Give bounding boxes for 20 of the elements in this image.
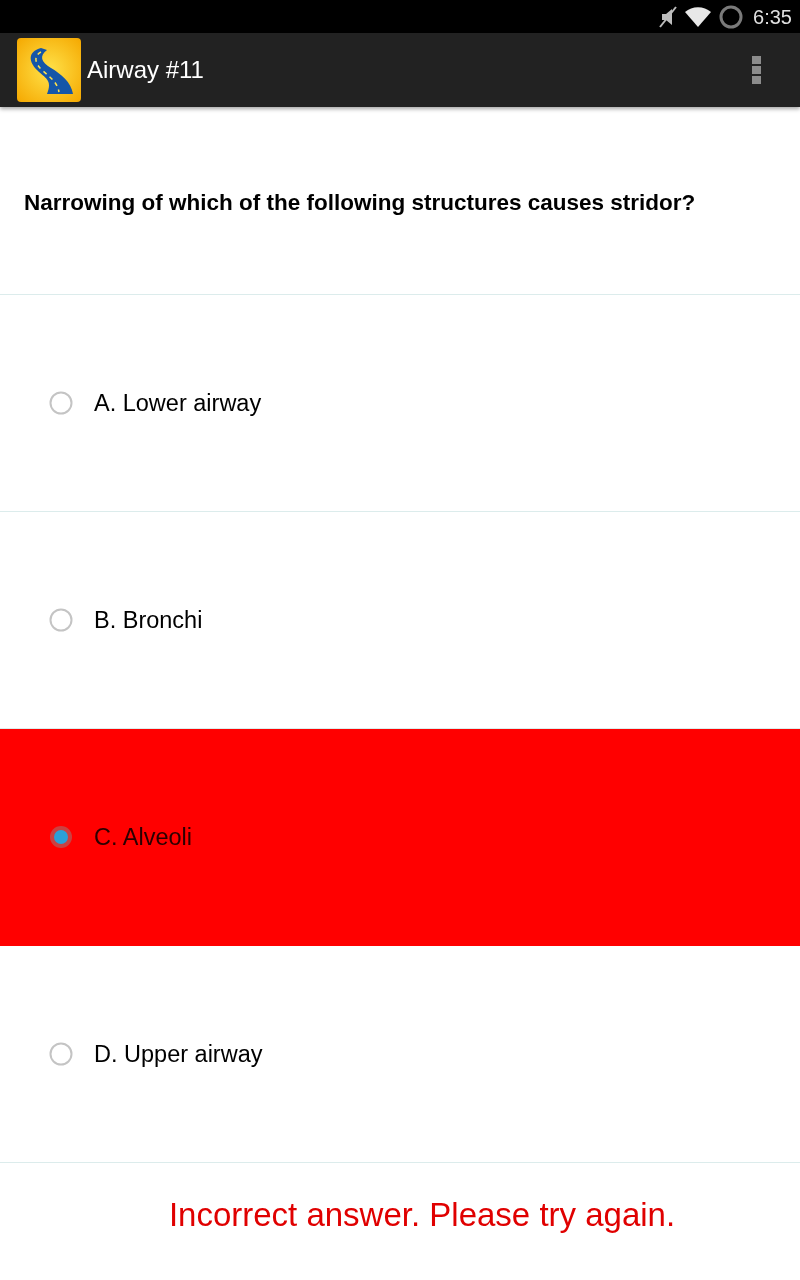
question-text: Narrowing of which of the following structures causes stridor? [24,189,696,216]
radio-button[interactable] [49,391,73,415]
answer-option[interactable]: A. Lower airway [0,295,800,512]
radio-button[interactable] [49,1042,73,1066]
clock-time: 6:35 [753,4,792,29]
wifi-icon [685,6,712,27]
incorrect-answer-option[interactable]: C. Alveoli [0,729,800,946]
radio-button[interactable] [49,608,73,632]
road-logo-icon[interactable] [17,38,81,102]
option-label: C. Alveoli [94,823,192,851]
option-label: D. Upper airway [94,1040,263,1068]
option-label: B. Bronchi [94,606,203,634]
option-label: A. Lower airway [94,389,262,417]
mute-icon [659,5,678,28]
screen-title: Airway #11 [87,56,204,84]
overflow-menu-icon[interactable] [752,56,762,84]
radio-button[interactable] [49,825,73,849]
feedback-message: Incorrect answer. Please try again. [168,1196,676,1234]
answer-option[interactable]: D. Upper airway [0,946,800,1163]
loading-ring-icon [719,4,744,29]
